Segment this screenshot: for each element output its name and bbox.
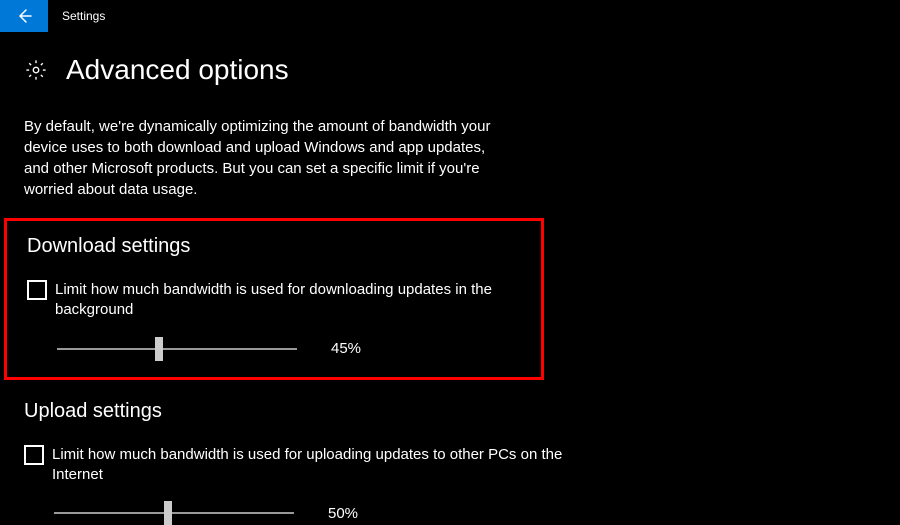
download-section-title: Download settings [27, 235, 521, 258]
download-section-highlight: Download settings Limit how much bandwid… [4, 218, 544, 380]
upload-limit-checkbox-row: Limit how much bandwidth is used for upl… [24, 445, 876, 486]
download-limit-label: Limit how much bandwidth is used for dow… [55, 280, 515, 321]
download-slider-row: 45% [57, 339, 521, 359]
upload-section: Upload settings Limit how much bandwidth… [24, 380, 876, 524]
download-limit-checkbox-row: Limit how much bandwidth is used for dow… [27, 280, 521, 321]
page-title: Advanced options [66, 54, 289, 86]
back-button[interactable] [0, 0, 48, 32]
titlebar: Settings [0, 0, 900, 32]
page-description: By default, we're dynamically optimizing… [24, 116, 504, 200]
upload-limit-label: Limit how much bandwidth is used for upl… [52, 445, 572, 486]
upload-limit-checkbox[interactable] [24, 445, 44, 465]
slider-thumb [164, 501, 172, 525]
app-name: Settings [62, 9, 105, 23]
slider-track [57, 348, 297, 350]
content-area: Advanced options By default, we're dynam… [0, 32, 900, 523]
upload-bandwidth-slider[interactable] [54, 503, 294, 523]
page-header: Advanced options [24, 54, 876, 86]
arrow-left-icon [16, 8, 32, 24]
gear-icon [24, 58, 48, 82]
slider-thumb [155, 337, 163, 361]
download-slider-value: 45% [331, 340, 361, 357]
download-bandwidth-slider[interactable] [57, 339, 297, 359]
upload-slider-row: 50% [54, 503, 876, 523]
download-limit-checkbox[interactable] [27, 280, 47, 300]
upload-slider-value: 50% [328, 505, 358, 522]
upload-section-title: Upload settings [24, 400, 876, 423]
slider-track [54, 512, 294, 514]
